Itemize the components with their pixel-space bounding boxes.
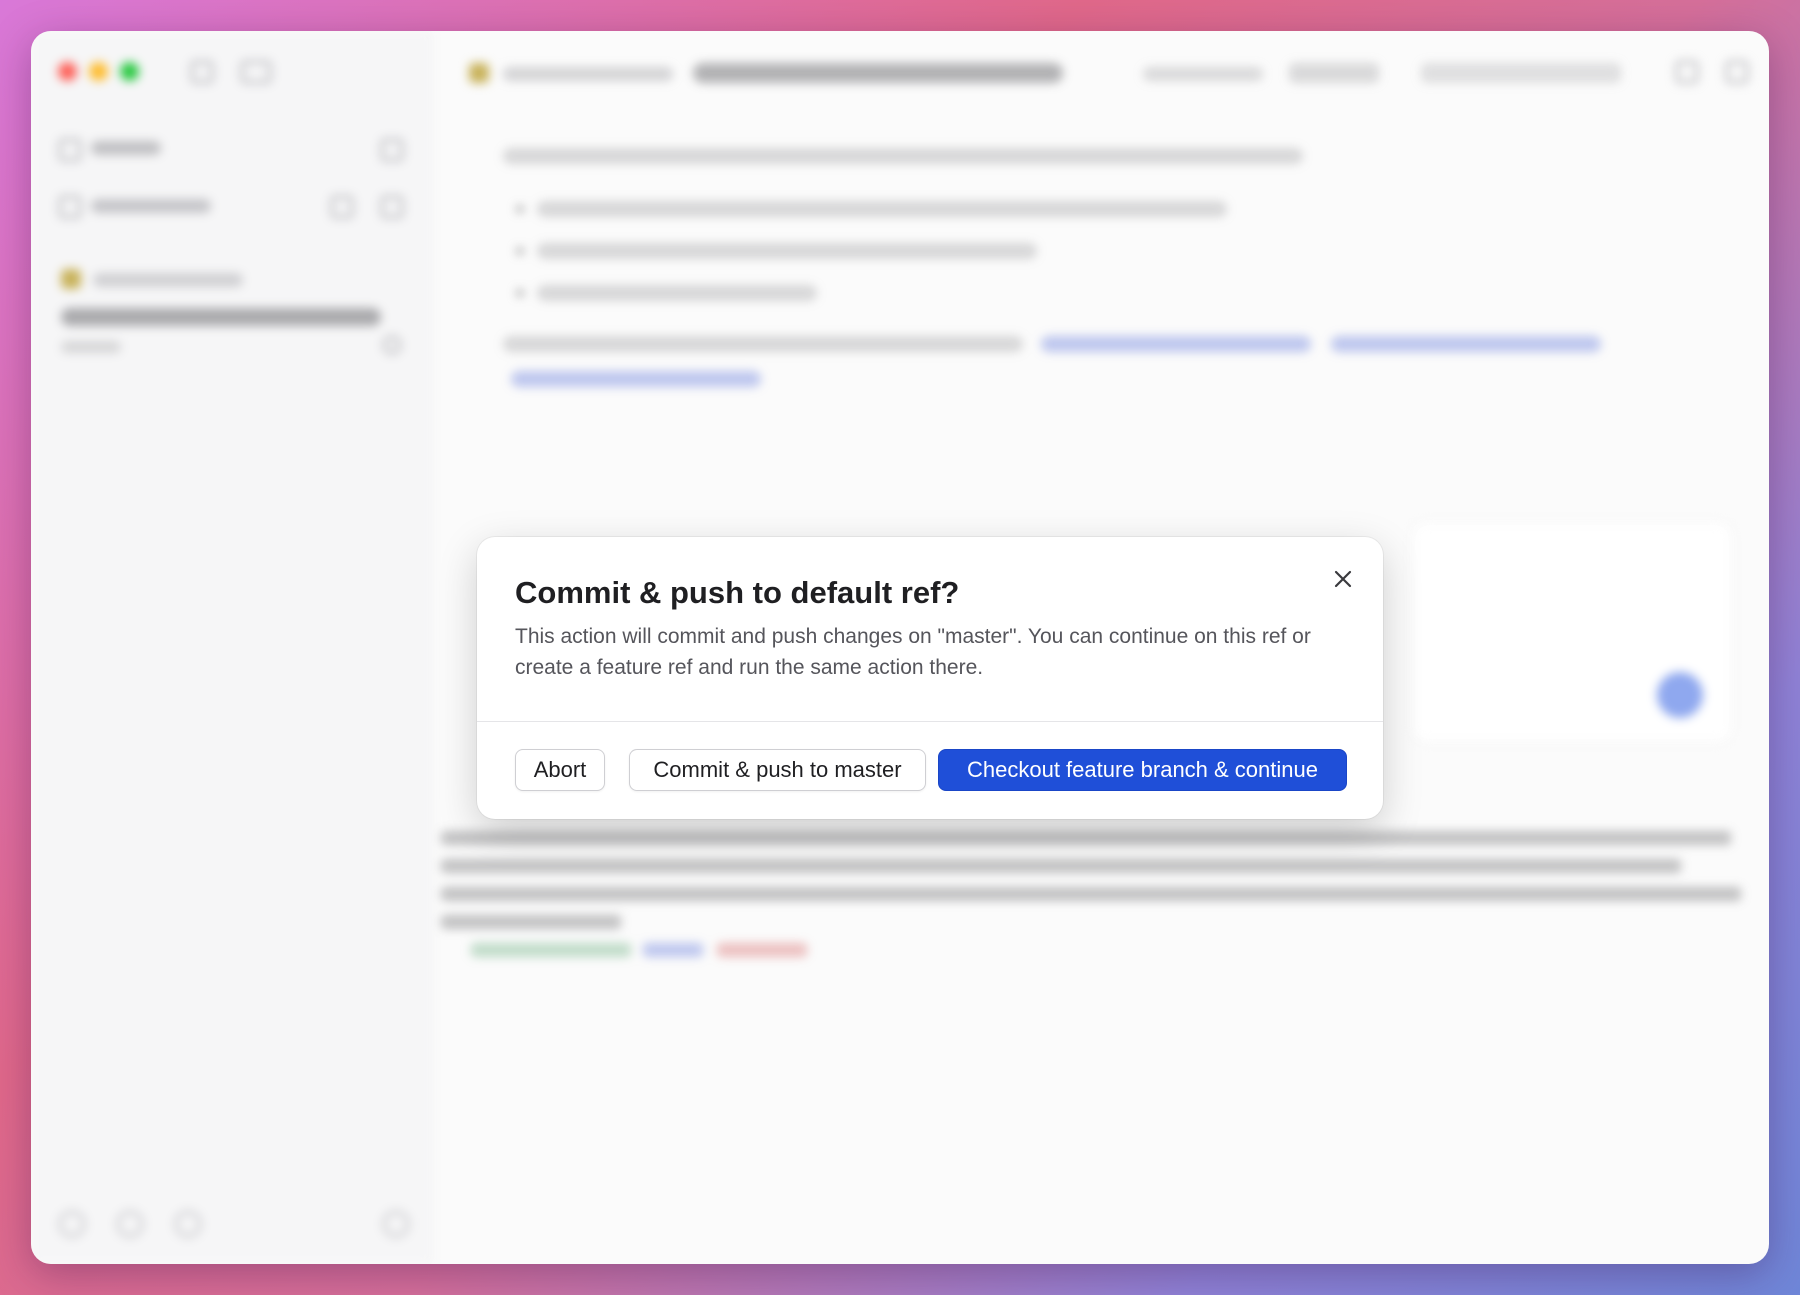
- commit-push-dialog: Commit & push to default ref? This actio…: [477, 537, 1383, 819]
- zoom-window-button[interactable]: [120, 62, 139, 81]
- terminal-prompt: [471, 943, 631, 957]
- commit-button-placeholder[interactable]: [1421, 63, 1621, 83]
- new-chat-icon[interactable]: [241, 61, 271, 83]
- terminal-line: [441, 887, 1741, 901]
- panel-icon[interactable]: [1676, 61, 1698, 83]
- project-icon: [61, 269, 81, 289]
- project-name-placeholder: [93, 273, 243, 287]
- workspace-placeholder: [91, 199, 211, 213]
- settings-icon[interactable]: [59, 1211, 85, 1237]
- dialog-divider: [477, 721, 1383, 722]
- terminal-prompt: [643, 943, 703, 957]
- source-link[interactable]: [511, 371, 761, 387]
- filter-icon[interactable]: [331, 196, 353, 218]
- close-icon[interactable]: [1329, 565, 1357, 593]
- thread-status-icon: [383, 336, 401, 354]
- app-window: Commit & push to default ref? This actio…: [31, 31, 1769, 1264]
- bullet: [517, 206, 523, 212]
- search-icon[interactable]: [59, 139, 81, 161]
- thread-meta-placeholder: [61, 341, 121, 353]
- close-window-button[interactable]: [58, 62, 77, 81]
- text-line: [537, 201, 1227, 217]
- sidebar: [31, 31, 432, 1264]
- text-line: [503, 336, 1023, 352]
- breadcrumb-placeholder[interactable]: [503, 67, 673, 81]
- text-line: [537, 243, 1037, 259]
- terminal-line: [441, 915, 621, 929]
- composer-card: [1411, 521, 1733, 743]
- workspace-icon[interactable]: [59, 196, 81, 218]
- toolbar-action-placeholder[interactable]: [1143, 67, 1263, 81]
- checkout-feature-branch-button[interactable]: Checkout feature branch & continue: [938, 749, 1347, 791]
- account-icon[interactable]: [175, 1211, 201, 1237]
- commit-push-master-button[interactable]: Commit & push to master: [629, 749, 926, 791]
- top-bar: [431, 31, 1769, 101]
- abort-button[interactable]: Abort: [515, 749, 605, 791]
- sidebar-toggle-icon[interactable]: [191, 61, 213, 83]
- thread-title-placeholder[interactable]: [61, 308, 381, 326]
- terminal-line: [441, 859, 1681, 873]
- text-line: [503, 148, 1303, 164]
- open-button-placeholder[interactable]: [1289, 63, 1379, 83]
- terminal-branch: [717, 943, 807, 957]
- bullet: [517, 290, 523, 296]
- more-icon[interactable]: [383, 1211, 409, 1237]
- dialog-message: This action will commit and push changes…: [515, 625, 1311, 679]
- layout-icon[interactable]: [1726, 61, 1748, 83]
- text-line: [537, 285, 817, 301]
- thread-title-placeholder: [693, 63, 1063, 83]
- help-icon[interactable]: [117, 1211, 143, 1237]
- source-link[interactable]: [1331, 336, 1601, 352]
- source-link[interactable]: [1041, 336, 1311, 352]
- sidebar-search-placeholder: [91, 141, 161, 155]
- add-icon[interactable]: [381, 196, 403, 218]
- project-icon: [469, 63, 489, 83]
- send-button[interactable]: [1657, 672, 1703, 718]
- compose-icon[interactable]: [381, 139, 403, 161]
- minimize-window-button[interactable]: [89, 62, 108, 81]
- dialog-title: Commit & push to default ref?: [515, 575, 960, 610]
- terminal-line: [441, 831, 1731, 845]
- bullet: [517, 248, 523, 254]
